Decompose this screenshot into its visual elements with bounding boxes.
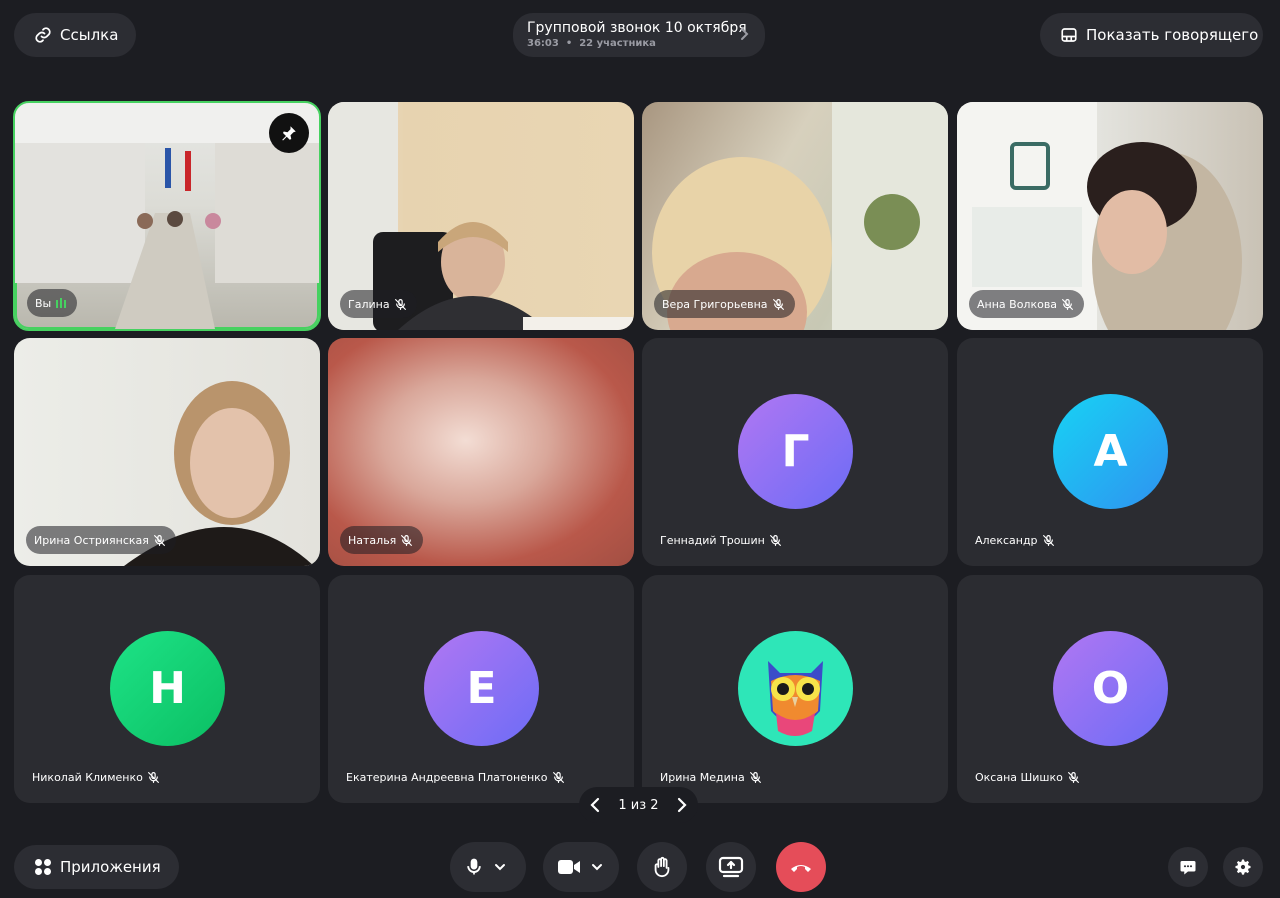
participant-tile[interactable]: Ирина Медина xyxy=(642,575,948,803)
participant-label: Екатерина Андреевна Платоненко xyxy=(340,763,575,791)
call-info-button[interactable]: Групповой звонок 10 октября 36:03 • 22 у… xyxy=(513,13,765,57)
mic-off-icon xyxy=(1067,771,1079,783)
chevron-left-icon[interactable] xyxy=(589,797,601,813)
microphone-control[interactable] xyxy=(450,842,526,892)
participant-name: Ирина Остриянская xyxy=(34,533,149,547)
link-label: Ссылка xyxy=(60,26,119,44)
pin-button[interactable] xyxy=(269,113,309,153)
participant-name: Геннадий Трошин xyxy=(660,533,765,547)
participant-tile[interactable]: Г Геннадий Трошин xyxy=(642,338,948,566)
settings-button[interactable] xyxy=(1223,847,1263,887)
owl-avatar-icon xyxy=(738,631,853,746)
mic-off-icon xyxy=(401,534,413,546)
participant-name: Ирина Медина xyxy=(660,770,745,784)
hang-up-button[interactable] xyxy=(776,842,826,892)
participant-name: Галина xyxy=(348,297,390,311)
microphone-icon xyxy=(467,858,481,875)
participant-label: Вера Григорьевна xyxy=(654,290,795,318)
mic-off-icon xyxy=(749,771,761,783)
avatar: Е xyxy=(424,631,539,746)
chevron-right-icon[interactable] xyxy=(676,797,688,813)
participant-name: Вера Григорьевна xyxy=(662,297,768,311)
chat-icon xyxy=(1180,861,1196,875)
call-duration: 36:03 xyxy=(527,38,559,49)
share-screen-button[interactable] xyxy=(706,842,756,892)
participant-name: Александр xyxy=(975,533,1038,547)
grid-pager: 1 из 2 xyxy=(579,787,698,823)
participant-tile[interactable]: Анна Волкова xyxy=(957,102,1263,330)
mic-off-icon xyxy=(153,534,165,546)
raise-hand-icon xyxy=(654,856,670,878)
participant-label: Геннадий Трошин xyxy=(654,526,792,554)
avatar: А xyxy=(1053,394,1168,509)
participant-label: Наталья xyxy=(340,526,424,554)
chevron-down-icon[interactable] xyxy=(591,863,603,871)
phone-hangup-icon xyxy=(791,865,811,872)
participant-tile[interactable]: Вы xyxy=(13,101,321,331)
participant-tile[interactable]: Е Екатерина Андреевна Платоненко xyxy=(328,575,634,803)
participant-label: Вы xyxy=(27,289,78,317)
participant-label: Анна Волкова xyxy=(969,290,1085,318)
mic-off-icon xyxy=(772,298,784,310)
participant-name: Николай Клименко xyxy=(32,770,143,784)
participant-tile[interactable]: Н Николай Клименко xyxy=(14,575,320,803)
participant-tile[interactable]: О Оксана Шишко xyxy=(957,575,1263,803)
participant-name: Анна Волкова xyxy=(977,297,1058,311)
participant-tile[interactable]: А Александр xyxy=(957,338,1263,566)
raise-hand-button[interactable] xyxy=(637,842,687,892)
participant-label: Галина xyxy=(340,290,417,318)
chat-button[interactable] xyxy=(1168,847,1208,887)
participant-tile[interactable]: Наталья xyxy=(328,338,634,566)
mic-off-icon xyxy=(1042,534,1054,546)
participant-label: Николай Клименко xyxy=(26,763,170,791)
participant-name: Наталья xyxy=(348,533,397,547)
owl-avatar-image xyxy=(768,661,823,736)
apps-grid-icon xyxy=(35,859,51,875)
participant-name: Екатерина Андреевна Платоненко xyxy=(346,770,548,784)
avatar: Н xyxy=(110,631,225,746)
apps-button[interactable]: Приложения xyxy=(14,845,179,889)
speaking-indicator-icon xyxy=(56,298,67,308)
apps-label: Приложения xyxy=(60,858,161,876)
participant-tile[interactable]: Ирина Остриянская xyxy=(14,338,320,566)
show-speaker-label: Показать говорящего xyxy=(1086,26,1259,44)
participant-name: Оксана Шишко xyxy=(975,770,1063,784)
show-speaker-button[interactable]: Показать говорящего xyxy=(1040,13,1263,57)
pin-icon xyxy=(282,126,296,141)
mic-off-icon xyxy=(769,534,781,546)
chevron-down-icon[interactable] xyxy=(494,863,506,871)
page-indicator: 1 из 2 xyxy=(618,797,659,813)
speaker-layout-icon xyxy=(1061,28,1077,42)
participant-label: Александр xyxy=(969,526,1065,554)
participant-count: 22 участника xyxy=(579,38,656,49)
call-meta-separator: • xyxy=(565,38,573,49)
link-button[interactable]: Ссылка xyxy=(14,13,137,57)
gear-icon xyxy=(1235,859,1251,875)
camera-control[interactable] xyxy=(543,842,619,892)
participant-tile[interactable]: Вера Григорьевна xyxy=(642,102,948,330)
link-icon xyxy=(35,27,51,43)
chevron-right-icon xyxy=(741,28,749,40)
participant-name: Вы xyxy=(35,296,52,310)
avatar: Г xyxy=(738,394,853,509)
mic-off-icon xyxy=(552,771,564,783)
avatar: О xyxy=(1053,631,1168,746)
participant-tile[interactable]: Галина xyxy=(328,102,634,330)
video-camera-icon xyxy=(558,860,580,874)
participant-label: Оксана Шишко xyxy=(969,763,1090,791)
call-title: Групповой звонок 10 октября xyxy=(527,20,747,36)
mic-off-icon xyxy=(394,298,406,310)
participant-label: Ирина Остриянская xyxy=(26,526,176,554)
share-screen-icon xyxy=(718,856,744,878)
mic-off-icon xyxy=(1062,298,1074,310)
mic-off-icon xyxy=(147,771,159,783)
call-meta: 36:03 • 22 участника xyxy=(527,37,656,50)
